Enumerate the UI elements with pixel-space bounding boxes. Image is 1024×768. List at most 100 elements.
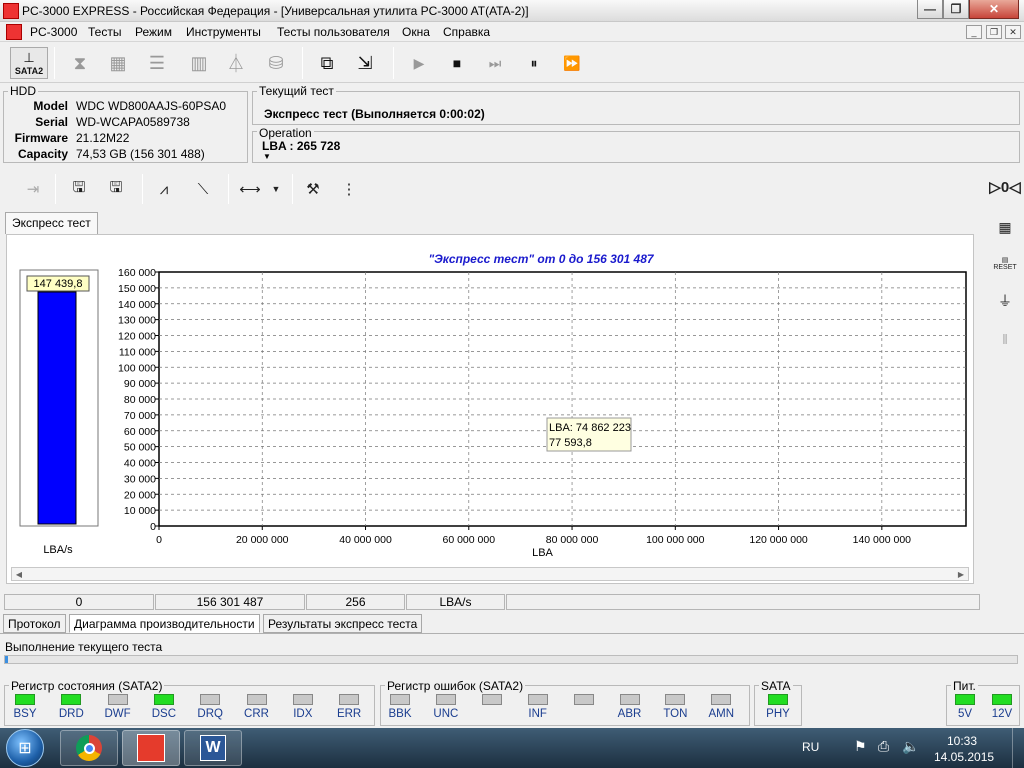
chrome-taskbar-button[interactable]: [60, 730, 118, 766]
register-dwf: DWF: [101, 694, 135, 720]
register-unc: UNC: [429, 694, 463, 720]
save-icon[interactable]: 🖫: [66, 176, 92, 202]
scroll-right-icon[interactable]: ▶: [954, 568, 968, 580]
save-as-icon[interactable]: 🖫: [103, 176, 129, 202]
operation-expand-icon[interactable]: ▼: [263, 152, 271, 161]
register-bsy: BSY: [8, 694, 42, 720]
menu-mode[interactable]: Режим: [135, 25, 172, 39]
tab-performance-diagram[interactable]: Диаграмма производительности: [69, 614, 260, 633]
error-register-caption: Регистр ошибок (SATA2): [385, 679, 526, 693]
pc3000-taskbar-button[interactable]: [122, 730, 180, 766]
export-icon[interactable]: ⇥: [20, 176, 46, 202]
volume-icon[interactable]: 🔈: [902, 738, 919, 755]
led-indicator: [527, 694, 548, 705]
serial-value: WD-WCAPA0589738: [76, 115, 190, 129]
register-label: DSC: [151, 708, 177, 720]
register-label: UNC: [433, 708, 459, 720]
y-tick-label: 70 000: [124, 410, 156, 422]
register-phy: PHY: [761, 694, 795, 720]
chrome-icon: [76, 735, 102, 761]
clock-time[interactable]: 10:33: [947, 734, 977, 748]
status-cell-end: 156 301 487: [155, 594, 305, 610]
mdi-app-icon[interactable]: [6, 24, 22, 40]
taskbar: ⊞ W RU ⚑ ⎙ 🔈 10:33 14.05.2015: [0, 728, 1024, 768]
language-indicator[interactable]: RU: [802, 740, 819, 754]
register-err: ERR: [332, 694, 366, 720]
exit-icon[interactable]: ⇲: [349, 47, 381, 79]
indicator-unit: LBA/s: [43, 544, 73, 556]
reset-icon[interactable]: ▤ RESET: [990, 248, 1020, 278]
flask-icon[interactable]: ⏃: [220, 47, 252, 79]
flag-icon[interactable]: ⚑: [854, 738, 867, 755]
menu-windows[interactable]: Окна: [402, 25, 430, 39]
operation-caption: Operation: [257, 126, 314, 140]
x-tick-label: 140 000 000: [853, 534, 912, 546]
mdi-minimize-icon[interactable]: _: [966, 25, 982, 39]
graph-line-icon[interactable]: ⩘: [151, 176, 177, 202]
led-indicator: [292, 694, 313, 705]
y-tick-label: 120 000: [118, 331, 156, 343]
x-tick-label: 40 000 000: [339, 534, 392, 546]
graph-slope-icon[interactable]: ⟍: [190, 176, 216, 202]
x-tick-label: 60 000 000: [443, 534, 496, 546]
sata2-port-button[interactable]: ⊥ SATA2: [10, 47, 48, 79]
restore-icon[interactable]: ❐: [943, 0, 969, 19]
pause-icon[interactable]: ⏸: [518, 47, 550, 79]
list-icon[interactable]: ☰: [141, 47, 173, 79]
scroll-left-icon[interactable]: ◀: [12, 568, 26, 580]
windows-icon[interactable]: ⧉: [311, 47, 343, 79]
hourglass-icon[interactable]: ⧗: [64, 47, 96, 79]
start-button[interactable]: ⊞: [6, 729, 44, 767]
play-icon[interactable]: ▶: [403, 47, 435, 79]
menu-user-tests[interactable]: Тесты пользователя: [277, 25, 390, 39]
register-drq: DRQ: [193, 694, 227, 720]
chip-icon[interactable]: ▦: [102, 47, 134, 79]
led-indicator: [573, 694, 594, 705]
tab-express-results[interactable]: Результаты экспресс теста: [263, 614, 423, 633]
show-desktop-button[interactable]: [1012, 728, 1024, 768]
stop-icon[interactable]: ■: [441, 47, 473, 79]
y-tick-label: 150 000: [118, 283, 156, 295]
tree-icon[interactable]: ⋮: [336, 176, 362, 202]
range-icon[interactable]: ⟷: [237, 176, 263, 202]
word-taskbar-button[interactable]: W: [184, 730, 242, 766]
board-icon[interactable]: ▦: [990, 212, 1020, 242]
power-switch-icon[interactable]: ⏚: [990, 286, 1020, 316]
network-icon[interactable]: ⎙: [878, 738, 889, 755]
menu-tests[interactable]: Тесты: [88, 25, 121, 39]
tab-express-test[interactable]: Экспресс тест: [5, 212, 98, 234]
register-label: DRQ: [197, 708, 223, 720]
close-icon[interactable]: ✕: [969, 0, 1019, 19]
fast-forward-icon[interactable]: ⏩: [556, 47, 588, 79]
status-cell-start: 0: [4, 594, 154, 610]
mdi-restore-icon[interactable]: ❐: [986, 25, 1002, 39]
disk-icon[interactable]: ⛁: [260, 47, 292, 79]
register-error-4: [567, 694, 601, 708]
status-cell-block: 256: [306, 594, 405, 610]
tab-protocol[interactable]: Протокол: [3, 614, 66, 633]
mdi-close-icon[interactable]: ✕: [1005, 25, 1021, 39]
tools-icon[interactable]: ⚒: [300, 176, 326, 202]
led-indicator: [61, 694, 82, 705]
step-icon[interactable]: ⏭: [479, 47, 511, 79]
app-icon[interactable]: [3, 3, 19, 19]
clock-date[interactable]: 14.05.2015: [934, 750, 994, 764]
menu-help[interactable]: Справка: [443, 25, 490, 39]
plot-area: 0 10 000 20 000 30 000 40 000 50 000 60 000 70 …: [118, 267, 967, 559]
pause-side-icon[interactable]: ‖: [990, 324, 1020, 354]
y-tick-label: 50 000: [124, 442, 156, 454]
led-indicator: [711, 694, 732, 705]
chart-scrollbar[interactable]: ◀ ▶: [11, 567, 969, 581]
register-error-2: [475, 694, 509, 708]
range-dropdown-icon[interactable]: ▼: [268, 176, 284, 202]
io-icon[interactable]: ▷0◁: [989, 172, 1020, 202]
menu-pc3000[interactable]: PC-3000: [30, 25, 77, 39]
register-amn: AMN: [704, 694, 738, 720]
bar-chart-icon[interactable]: ▥: [183, 47, 215, 79]
menu-tools[interactable]: Инструменты: [186, 25, 261, 39]
register-drd: DRD: [54, 694, 88, 720]
x-tick-label: 0: [156, 534, 162, 546]
minimize-icon[interactable]: —: [917, 0, 943, 19]
register-label: BBK: [388, 708, 412, 720]
register-dsc: DSC: [147, 694, 181, 720]
